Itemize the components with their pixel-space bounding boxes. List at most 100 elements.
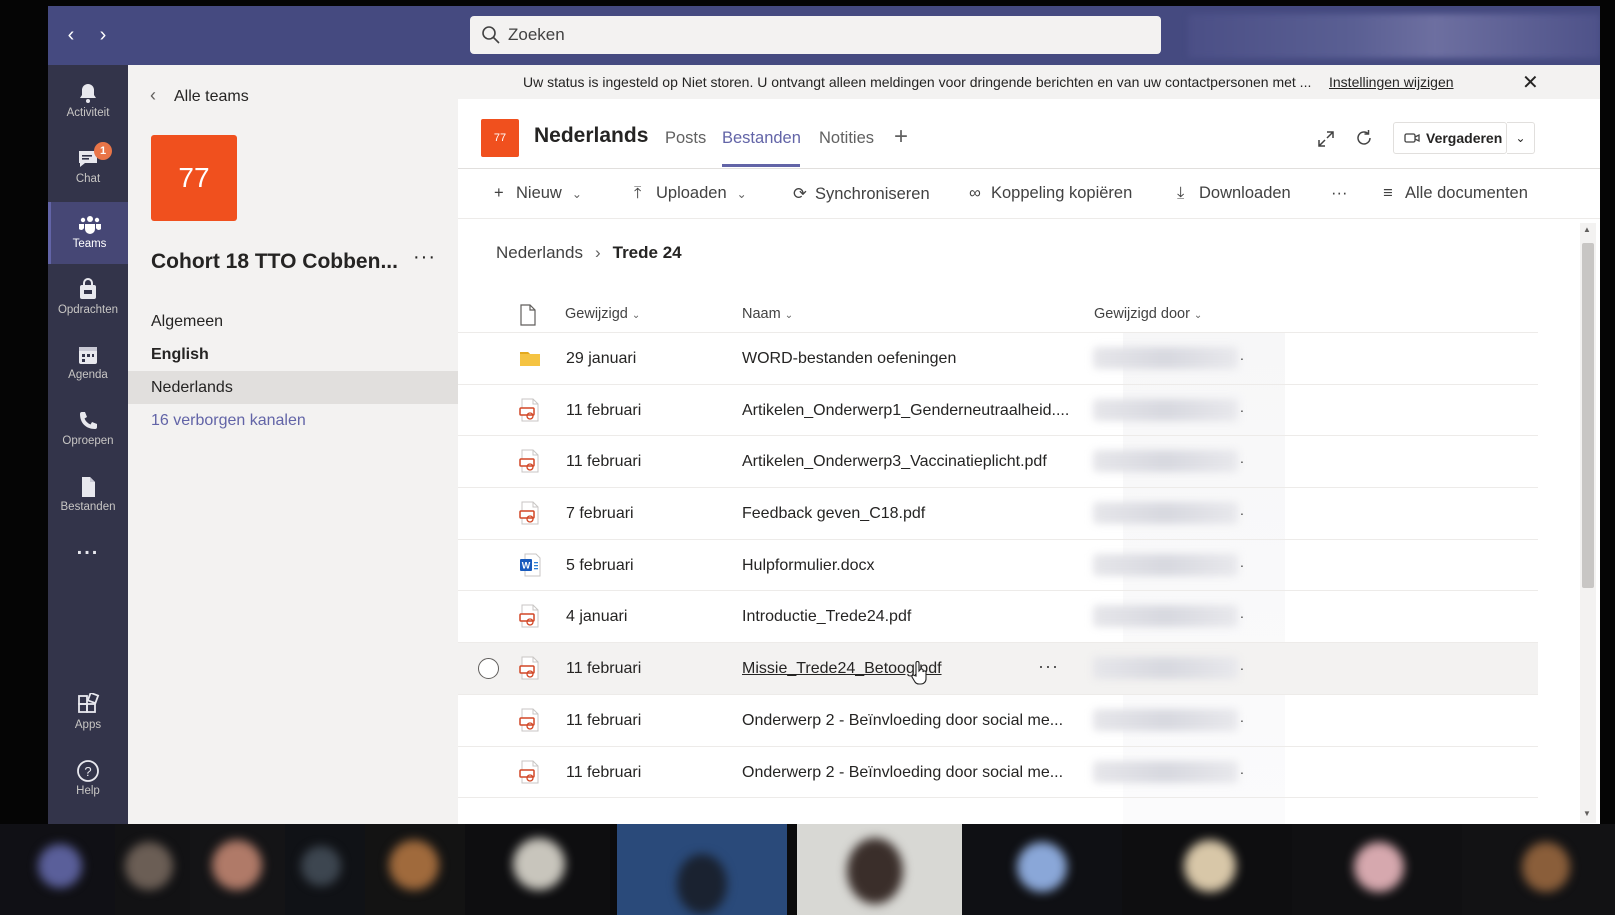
rail-item-opdrachten[interactable]: Opdrachten (48, 268, 128, 330)
rail-item-oproepen[interactable]: Oproepen (48, 399, 128, 461)
row-more-options-icon[interactable]: ··· (1038, 656, 1059, 677)
upload-button[interactable]: ⤒ Uploaden ⌄ (634, 184, 747, 203)
search-input[interactable]: Zoeken (470, 16, 1161, 54)
row-file-name[interactable]: WORD-bestanden oefeningen (742, 350, 956, 368)
view-selector[interactable]: ≡ Alle documenten (1383, 184, 1528, 203)
refresh-icon[interactable] (1354, 128, 1374, 148)
row-modified: 5 februari (566, 556, 634, 574)
word-file-icon: W (520, 553, 541, 577)
teams-icon (78, 216, 101, 234)
participant-video-strip (0, 824, 1615, 915)
chevron-down-icon: ⌄ (784, 310, 794, 321)
participant-tile (0, 824, 115, 915)
modified-by-ellipsis: . (1240, 657, 1244, 674)
row-modified: 7 februari (566, 505, 634, 523)
sync-button[interactable]: ⟳ Synchroniseren (793, 184, 930, 204)
rail-label: Activiteit (66, 107, 110, 119)
row-file-name[interactable]: Artikelen_Onderwerp1_Genderneutraalheid.… (742, 402, 1069, 420)
tab-bestanden[interactable]: Bestanden (722, 129, 801, 148)
file-row[interactable]: W 5 februari Hulpformulier.docx. (458, 540, 1538, 592)
modified-by-ellipsis: . (1240, 502, 1244, 519)
chevron-right-icon: › (594, 243, 601, 262)
rail-label: Help (76, 785, 100, 797)
search-icon (482, 26, 500, 44)
column-modified-by[interactable]: Gewijzigd door ⌄ (1094, 306, 1202, 322)
column-modified[interactable]: Gewijzigd ⌄ (565, 306, 640, 322)
chat-badge: 1 (94, 142, 112, 160)
pdf-file-icon (519, 708, 539, 732)
tab-posts[interactable]: Posts (665, 129, 706, 148)
file-row[interactable]: 29 januari WORD-bestanden oefeningen. (458, 333, 1538, 385)
breadcrumb-current: Trede 24 (612, 243, 682, 262)
rail-item-bestanden[interactable]: Bestanden (48, 465, 128, 527)
scroll-down-icon[interactable]: ▼ (1583, 809, 1591, 818)
modified-by-ellipsis: . (1240, 450, 1244, 467)
back-to-teams-link[interactable]: ‹ Alle teams (150, 85, 249, 106)
file-row[interactable]: 4 januari Introductie_Trede24.pdf. (458, 591, 1538, 644)
rail-item-teams[interactable]: Teams (48, 202, 128, 264)
row-file-name[interactable]: Artikelen_Onderwerp3_Vaccinatieplicht.pd… (742, 453, 1047, 471)
modified-by-ellipsis: . (1240, 347, 1244, 363)
column-name[interactable]: Naam ⌄ (742, 306, 793, 322)
more-apps-icon[interactable]: ... (48, 537, 128, 567)
channel-algemeen[interactable]: Algemeen (128, 305, 458, 338)
sync-icon: ⟳ (793, 185, 807, 203)
team-name: Cohort 18 TTO Cobben... (151, 250, 398, 273)
meet-button[interactable]: Vergaderen (1393, 122, 1507, 154)
copy-link-button[interactable]: ∞ Koppeling kopiëren (969, 184, 1132, 203)
download-button[interactable]: ⤓ Downloaden (1177, 184, 1291, 203)
rail-item-help[interactable]: ? Help (48, 749, 128, 811)
rail-label: Opdrachten (57, 304, 119, 316)
participant-tile (797, 824, 962, 915)
channel-nederlands[interactable]: Nederlands (128, 371, 458, 404)
settings-link[interactable]: Instellingen wijzigen (1329, 74, 1454, 90)
scrollbar-thumb[interactable] (1582, 243, 1594, 588)
channel-english[interactable]: English (128, 338, 458, 371)
tab-notities[interactable]: Notities (819, 129, 874, 148)
more-commands-icon[interactable]: ··· (1331, 184, 1347, 203)
file-type-icon[interactable] (519, 304, 537, 326)
file-row[interactable]: 7 februari Feedback geven_C18.pdf. (458, 488, 1538, 540)
svg-text:?: ? (84, 764, 91, 779)
pdf-file-icon (519, 760, 539, 783)
team-avatar: 77 (151, 135, 237, 221)
row-file-name[interactable]: Onderwerp 2 - Beïnvloeding door social m… (742, 712, 1063, 730)
channel-title: Nederlands (534, 124, 649, 147)
apps-icon (78, 693, 100, 713)
file-row[interactable]: 11 februari Onderwerp 2 - Beïnvloeding do… (458, 747, 1538, 799)
scroll-up-icon[interactable]: ▲ (1583, 225, 1591, 234)
hidden-channels-link[interactable]: 16 verborgen kanalen (128, 404, 458, 437)
folder-icon (520, 352, 540, 366)
row-file-name[interactable]: Hulpformulier.docx (742, 557, 875, 575)
rail-item-chat[interactable]: 1 Chat (48, 137, 128, 199)
file-list-header: Gewijzigd ⌄ Naam ⌄ Gewijzigd door ⌄ (458, 297, 1538, 333)
file-row[interactable]: 11 februari Artikelen_Onderwerp1_Genderne… (458, 385, 1538, 437)
banner-text: Uw status is ingesteld op Niet storen. U… (523, 74, 1312, 90)
modified-by-blurred (1093, 502, 1238, 525)
file-row[interactable]: 11 februari Artikelen_Onderwerp3_Vaccinat… (458, 436, 1538, 489)
rail-item-agenda[interactable]: Agenda (48, 333, 128, 395)
close-icon[interactable]: ✕ (1522, 70, 1539, 95)
new-button[interactable]: + Nieuw ⌄ (494, 184, 582, 203)
add-tab-icon[interactable]: + (894, 123, 908, 151)
file-row[interactable]: 11 februari Missie_Trede24_Betoog.pdf ···. (458, 643, 1538, 695)
modified-by-blurred (1093, 450, 1238, 473)
row-file-name[interactable]: Introductie_Trede24.pdf (742, 608, 911, 626)
breadcrumb-parent[interactable]: Nederlands (496, 243, 583, 262)
calendar-icon (79, 347, 97, 364)
row-file-name[interactable]: Onderwerp 2 - Beïnvloeding door social m… (742, 764, 1063, 782)
back-arrow-icon[interactable]: ‹ (58, 20, 84, 50)
scrollbar[interactable]: ▲ ▼ (1580, 223, 1596, 823)
team-more-options-icon[interactable]: ··· (413, 246, 436, 269)
row-select-radio[interactable] (478, 658, 499, 680)
modified-by-blurred (1093, 657, 1238, 680)
rail-item-apps[interactable]: Apps (48, 683, 128, 745)
row-file-name[interactable]: Feedback geven_C18.pdf (742, 505, 925, 523)
rail-item-activiteit[interactable]: Activiteit (48, 71, 128, 133)
meet-dropdown-chevron-icon[interactable]: ⌄ (1507, 122, 1535, 154)
expand-icon[interactable] (1316, 129, 1336, 149)
participant-tile (1292, 824, 1462, 915)
row-modified: 11 februari (566, 711, 642, 729)
file-row[interactable]: 11 februari Onderwerp 2 - Beïnvloeding do… (458, 695, 1538, 747)
forward-arrow-icon[interactable]: › (90, 20, 116, 50)
